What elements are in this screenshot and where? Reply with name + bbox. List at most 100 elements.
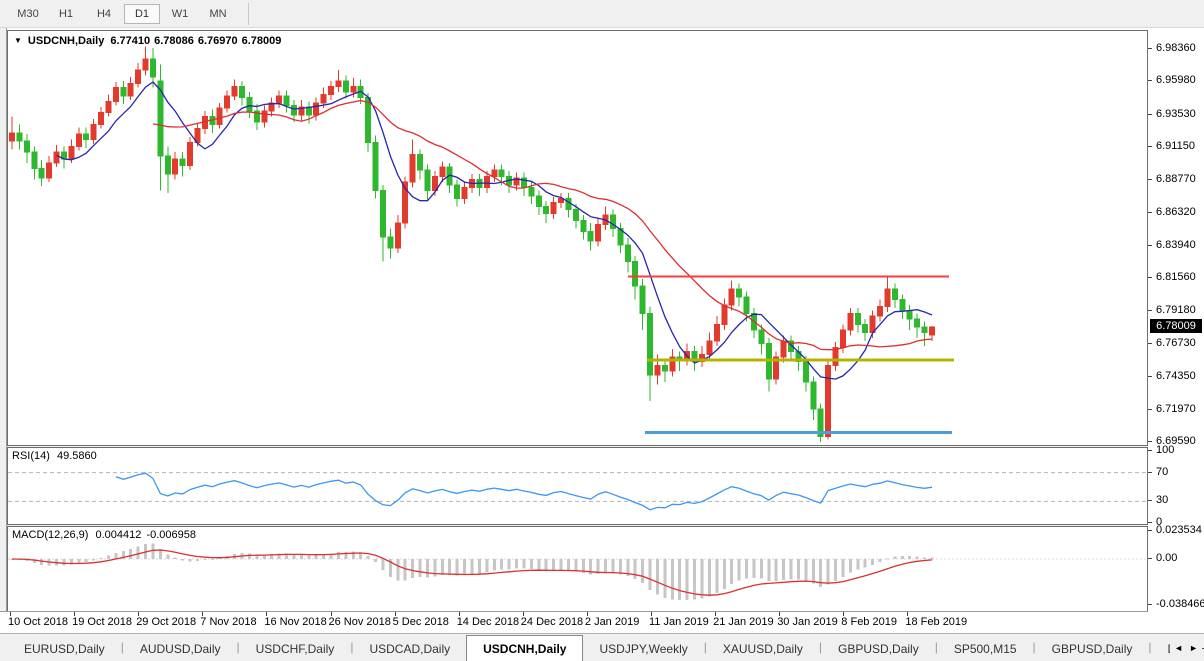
date-label: 11 Jan 2019 xyxy=(649,616,709,628)
date-label: 21 Jan 2019 xyxy=(713,616,774,628)
tab-xauusd-daily[interactable]: XAUUSD,Daily xyxy=(707,637,819,661)
date-label: 19 Oct 2018 xyxy=(72,616,132,628)
price-tick-label: 6.76730 xyxy=(1156,337,1196,349)
timeframe-toolbar: M30H1H4D1W1MN xyxy=(0,0,1204,28)
axis-tick xyxy=(1148,146,1152,147)
axis-tick xyxy=(1148,500,1152,501)
price-axis[interactable]: 6.98360 6.95980 6.93530 6.91150 6.88770 6.863… xyxy=(1148,28,1204,633)
axis-tick xyxy=(1148,450,1152,451)
rsi-tick-label: 30 xyxy=(1156,494,1168,506)
date-label: 30 Jan 2019 xyxy=(777,616,838,628)
tab-scroll-arrows: ◄ ► xyxy=(1170,634,1202,661)
date-label: 16 Nov 2018 xyxy=(264,616,326,628)
axis-tick xyxy=(1148,604,1152,605)
axis-tick xyxy=(1148,48,1152,49)
axis-tick xyxy=(1148,530,1152,531)
macd-title: MACD(12,26,9) xyxy=(12,529,88,541)
timeframe-button-m30[interactable]: M30 xyxy=(10,4,46,24)
price-tick-label: 6.74350 xyxy=(1156,370,1196,382)
chart-workspace: ▼ USDCNH,Daily 6.77410 6.78086 6.76970 6… xyxy=(0,28,1204,633)
price-tick-label: 6.93530 xyxy=(1156,108,1196,120)
date-label: 24 Dec 2018 xyxy=(521,616,583,628)
price-tick-label: 6.86320 xyxy=(1156,206,1196,218)
tab-scroll-left-icon[interactable]: ◄ xyxy=(1174,643,1183,653)
tab-audusd-daily[interactable]: AUDUSD,Daily xyxy=(124,637,237,661)
tab-sp500-m15[interactable]: SP500,M15 xyxy=(938,637,1033,661)
axis-tick xyxy=(1148,409,1152,410)
rsi-panel[interactable]: RSI(14) 49.5860 xyxy=(7,447,1148,525)
date-label: 14 Dec 2018 xyxy=(457,616,519,628)
axis-tick xyxy=(1148,80,1152,81)
tab-gbpusd-daily[interactable]: GBPUSD,Daily xyxy=(822,637,935,661)
price-tick-label: 6.88770 xyxy=(1156,173,1196,185)
tab-gbpusd-daily[interactable]: GBPUSD,Daily xyxy=(1036,637,1149,661)
macd-tick-label: 0.023534 xyxy=(1156,524,1202,536)
macd-signal-value: -0.006958 xyxy=(146,529,196,541)
axis-tick xyxy=(1148,212,1152,213)
axis-tick xyxy=(1148,522,1152,523)
timeframe-buttons: M30H1H4D1W1MN xyxy=(10,4,238,24)
axis-tick xyxy=(1148,277,1152,278)
rsi-tick-label: 100 xyxy=(1156,444,1174,456)
date-label: 2 Jan 2019 xyxy=(585,616,639,628)
timeframe-button-h1[interactable]: H1 xyxy=(48,4,84,24)
timeframe-button-h4[interactable]: H4 xyxy=(86,4,122,24)
timeframe-button-d1[interactable]: D1 xyxy=(124,4,160,24)
rsi-label: RSI(14) 49.5860 xyxy=(12,450,97,462)
candlestick-chart[interactable] xyxy=(8,31,1147,445)
timeframe-button-mn[interactable]: MN xyxy=(200,4,236,24)
axis-tick xyxy=(1148,310,1152,311)
axis-tick xyxy=(1148,376,1152,377)
price-tick-label: 6.91150 xyxy=(1156,140,1195,152)
price-tick-label: 6.83940 xyxy=(1156,239,1196,251)
rsi-chart[interactable] xyxy=(8,448,1147,524)
chart-tab-bar: EURUSD,Daily|AUDUSD,Daily|USDCHF,Daily|U… xyxy=(0,633,1204,661)
axis-tick xyxy=(1148,245,1152,246)
chart-dropdown-icon[interactable]: ▼ xyxy=(14,36,22,45)
rsi-title: RSI(14) xyxy=(12,450,50,462)
tab-items: EURUSD,Daily|AUDUSD,Daily|USDCHF,Daily|U… xyxy=(8,633,1204,661)
axis-tick xyxy=(1148,472,1152,473)
axis-tick xyxy=(1148,343,1152,344)
date-label: 29 Oct 2018 xyxy=(136,616,196,628)
tab-usdchf-daily[interactable]: USDCHF,Daily xyxy=(240,637,351,661)
date-axis[interactable]: 10 Oct 2018 19 Oct 2018 29 Oct 2018 7 Nov 2… xyxy=(0,611,1204,633)
tab-usdcad-daily[interactable]: USDCAD,Daily xyxy=(353,637,466,661)
axis-tick xyxy=(1148,441,1152,442)
date-label: 18 Feb 2019 xyxy=(905,616,967,628)
tab-usdjpy-weekly[interactable]: USDJPY,Weekly xyxy=(583,637,703,661)
axis-tick xyxy=(1148,179,1152,180)
date-label: 26 Nov 2018 xyxy=(329,616,391,628)
tab-eurusd-daily[interactable]: EURUSD,Daily xyxy=(8,637,121,661)
left-gutter xyxy=(0,28,7,633)
ohlc-open: 6.77410 xyxy=(110,35,150,47)
macd-main-value: 0.004412 xyxy=(95,529,141,541)
rsi-tick-label: 70 xyxy=(1156,466,1168,478)
axis-tick xyxy=(1148,558,1152,559)
toolbar-separator xyxy=(248,3,249,25)
macd-label: MACD(12,26,9) 0.004412 -0.006958 xyxy=(12,529,196,541)
timeframe-button-w1[interactable]: W1 xyxy=(162,4,198,24)
axis-tick xyxy=(1148,114,1152,115)
main-chart-panel[interactable]: ▼ USDCNH,Daily 6.77410 6.78086 6.76970 6… xyxy=(7,30,1148,446)
price-tick-label: 6.98360 xyxy=(1156,42,1196,54)
ohlc-high: 6.78086 xyxy=(154,35,194,47)
rsi-value: 49.5860 xyxy=(57,450,97,462)
tab-scroll-right-icon[interactable]: ► xyxy=(1189,643,1198,653)
ohlc-low: 6.76970 xyxy=(198,35,238,47)
price-tick-label: 6.79180 xyxy=(1156,304,1196,316)
date-label: 10 Oct 2018 xyxy=(8,616,68,628)
ohlc-close: 6.78009 xyxy=(242,35,282,47)
price-tick-label: 6.71970 xyxy=(1156,403,1196,415)
macd-tick-label: 0.00 xyxy=(1156,552,1177,564)
tab-usdcnh-daily[interactable]: USDCNH,Daily xyxy=(466,635,583,661)
chart-title: ▼ USDCNH,Daily 6.77410 6.78086 6.76970 6… xyxy=(14,35,281,47)
macd-tick-label: -0.038466 xyxy=(1156,598,1204,610)
macd-panel[interactable]: MACD(12,26,9) 0.004412 -0.006958 xyxy=(7,526,1148,613)
date-label: 7 Nov 2018 xyxy=(200,616,256,628)
current-price-badge: 6.78009 xyxy=(1150,319,1202,333)
price-tick-label: 6.95980 xyxy=(1156,74,1196,86)
date-label: 8 Feb 2019 xyxy=(841,616,897,628)
chart-symbol-label: USDCNH,Daily xyxy=(28,35,104,47)
date-label: 5 Dec 2018 xyxy=(393,616,449,628)
